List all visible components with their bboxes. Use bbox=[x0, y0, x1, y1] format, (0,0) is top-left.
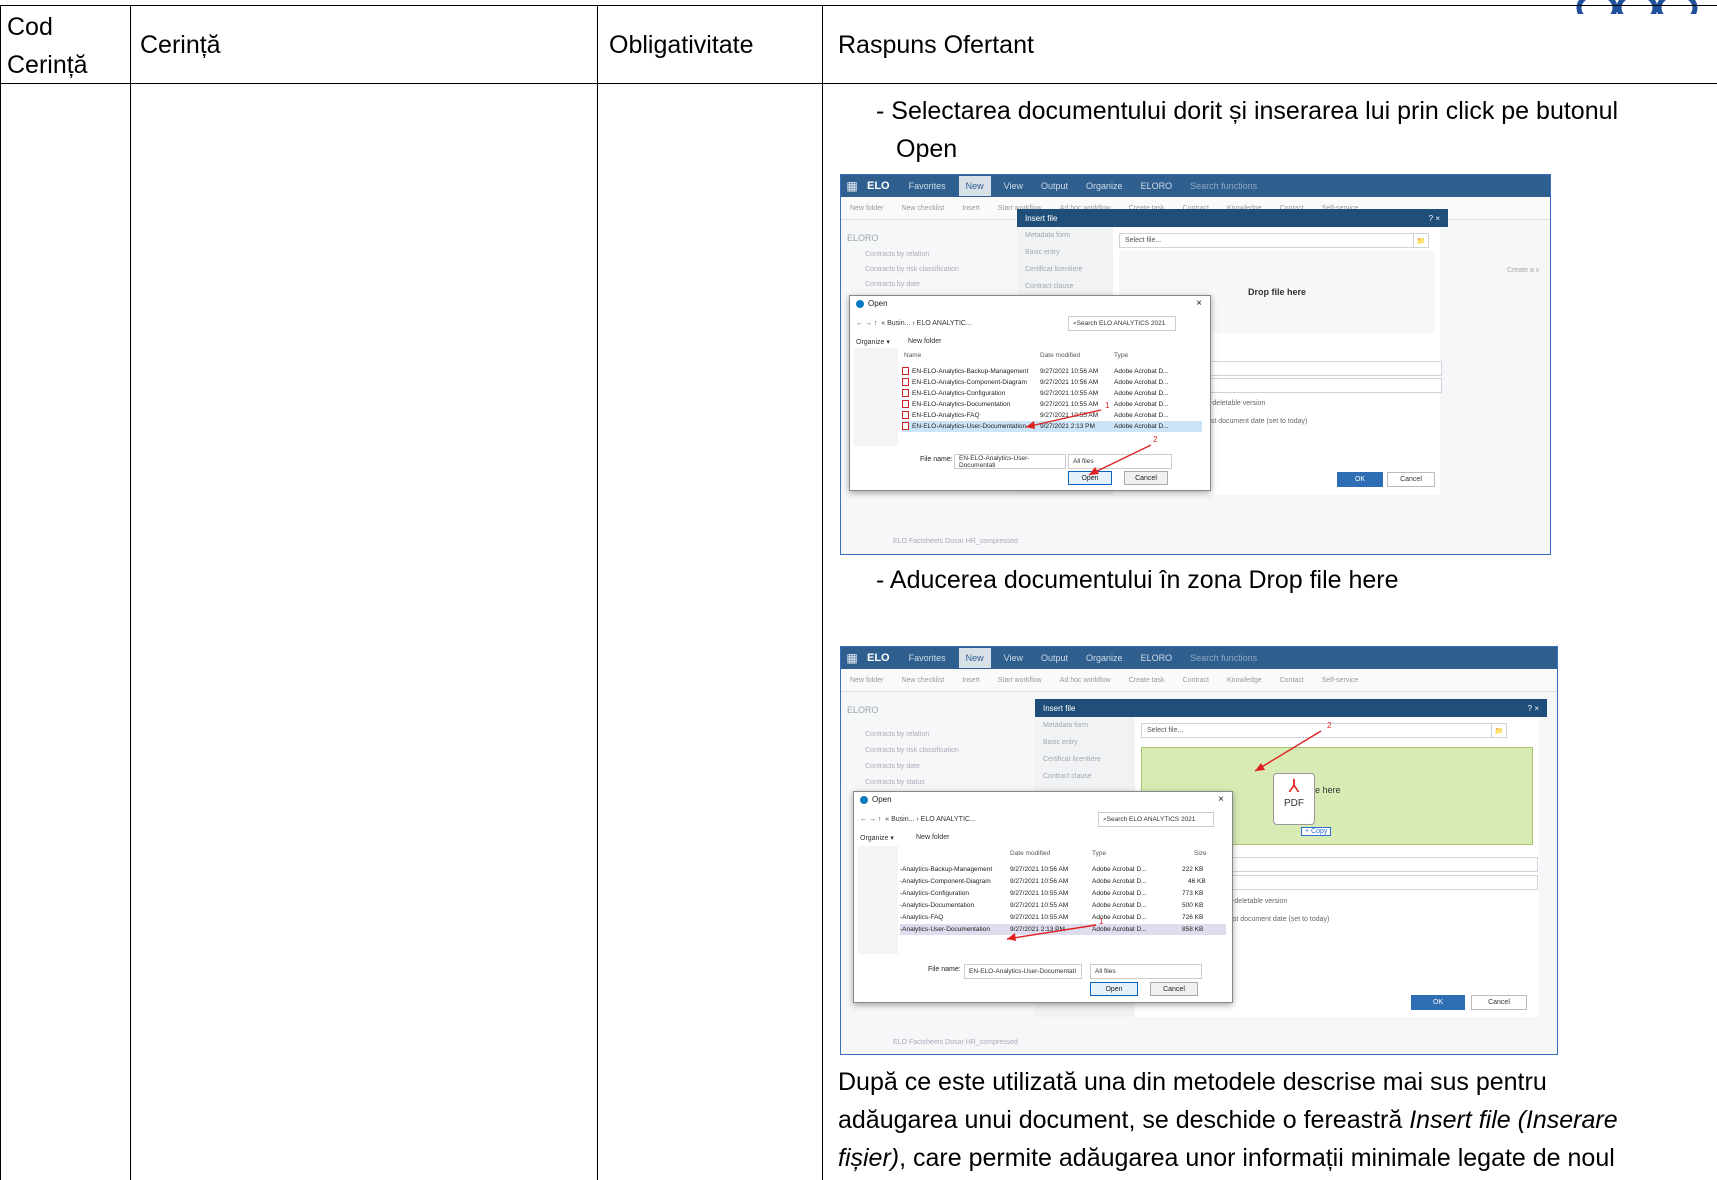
paragraph-text: , care permite adăugarea unor informații… bbox=[899, 1144, 1615, 1172]
screenshot-drag-drop: ▦ ELO Favorites New View Output Organize… bbox=[840, 646, 1558, 1055]
marker-2: 2 bbox=[1153, 435, 1158, 444]
annotation-arrows bbox=[1025, 409, 1152, 476]
table-top-border bbox=[0, 5, 1717, 6]
screenshot-open-dialog: ▦ ELO Favorites New View Output Organize… bbox=[840, 174, 1551, 555]
logo-icon bbox=[1576, 0, 1698, 14]
table-col-divider-2 bbox=[597, 5, 598, 1180]
bullet-select-document: - Selectarea documentului dorit și inser… bbox=[876, 97, 1619, 125]
table-header-border bbox=[0, 83, 1717, 84]
table-left-border bbox=[0, 5, 1, 1180]
header-cerinta: Cerință bbox=[140, 31, 221, 59]
header-obligativitate: Obligativitate bbox=[609, 31, 754, 59]
marker-2: 2 bbox=[1327, 721, 1332, 730]
marker-1: 1 bbox=[1099, 917, 1104, 926]
marker-1: 1 bbox=[1105, 401, 1110, 410]
header-raspuns-ofertant: Raspuns Ofertant bbox=[838, 31, 1034, 59]
table-col-divider-3 bbox=[822, 5, 823, 1180]
paragraph-line-3: fișier), care permite adăugarea unor inf… bbox=[838, 1139, 1615, 1177]
header-cod-line2: Cerință bbox=[7, 51, 88, 79]
document-page: Cod Cerință Cerință Obligativitate Raspu… bbox=[0, 0, 1717, 1180]
table-col-divider-1 bbox=[130, 5, 131, 1180]
insert-file-term: Insert file (Inserare bbox=[1409, 1106, 1618, 1134]
paragraph-line-2: adăugarea unui document, se deschide o f… bbox=[838, 1101, 1618, 1139]
paragraph-line-1: După ce este utilizată una din metodele … bbox=[838, 1068, 1547, 1096]
bullet-drop-file: - Aducerea documentului în zona Drop fil… bbox=[876, 566, 1399, 594]
header-cod-line1: Cod bbox=[7, 13, 53, 41]
annotation-arrows bbox=[1006, 730, 1322, 941]
inserare-fisier-term: fișier) bbox=[838, 1144, 900, 1172]
paragraph-text: adăugarea unui document, se deschide o f… bbox=[838, 1106, 1410, 1134]
bullet-select-document-cont: Open bbox=[896, 135, 958, 163]
